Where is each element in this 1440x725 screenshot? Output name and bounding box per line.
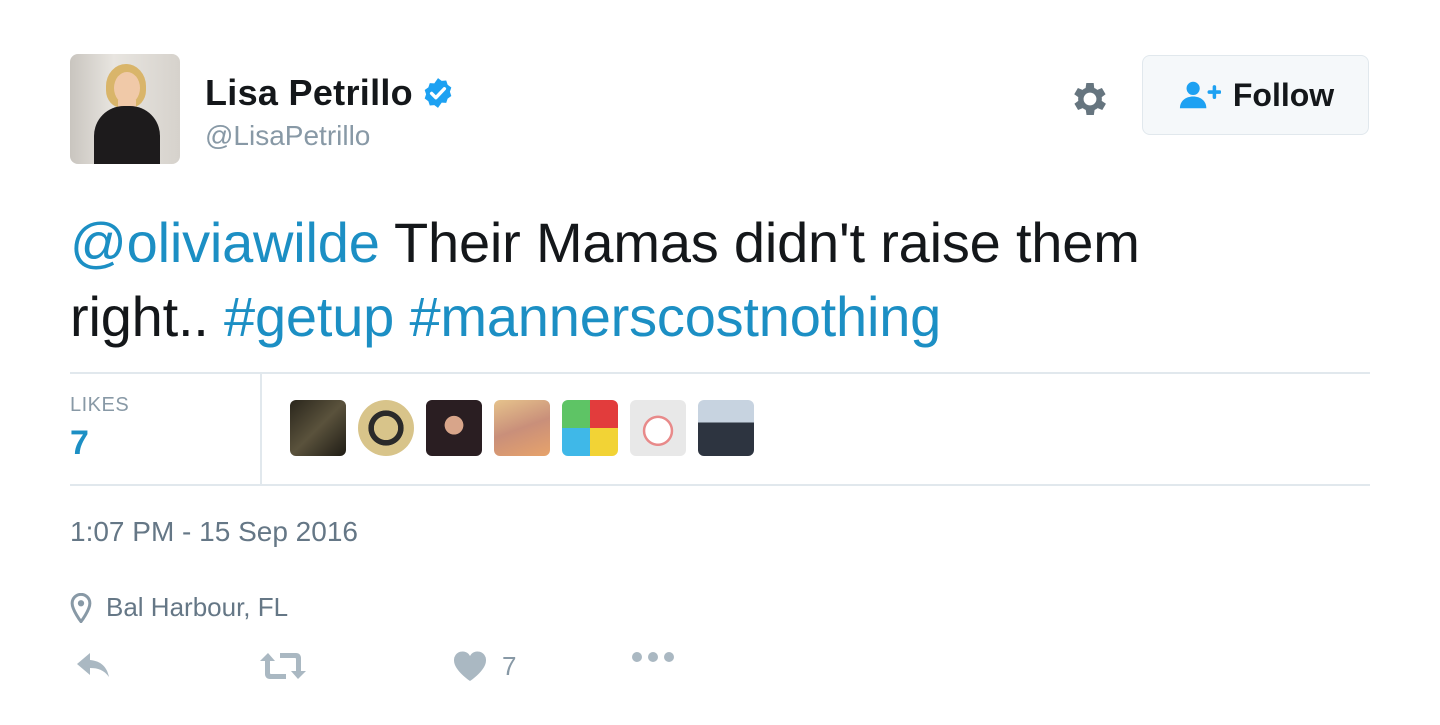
avatar-body [94, 106, 160, 164]
tweet-text-line2: right.. [70, 285, 225, 348]
tweet-text-line1: Their Mamas didn't raise them [379, 211, 1140, 274]
tweet-stats: LIKES 7 [70, 372, 1370, 486]
likes-label: LIKES [70, 394, 130, 416]
tweet-card: Lisa Petrillo @LisaPetrillo Follow @oliv… [70, 54, 1370, 725]
heart-icon [453, 651, 487, 681]
liker-avatars [290, 400, 766, 456]
liker-avatar[interactable] [494, 400, 550, 456]
verified-badge-icon [424, 78, 452, 108]
likes-count: 7 [70, 424, 89, 462]
tweet-text: @oliviawilde Their Mamas didn't raise th… [70, 206, 1330, 354]
gear-icon[interactable] [1068, 77, 1112, 121]
mention-link[interactable]: @oliviawilde [70, 211, 380, 274]
follow-button[interactable]: Follow [1142, 55, 1369, 135]
like-button[interactable]: 7 [452, 650, 516, 682]
more-button[interactable] [630, 650, 676, 664]
location-pin-icon [70, 592, 92, 623]
tweet-location[interactable]: Bal Harbour, FL [70, 592, 288, 623]
tweet-timestamp[interactable]: 1:07 PM - 15 Sep 2016 [70, 516, 358, 548]
likes-stat[interactable]: LIKES 7 [70, 374, 262, 484]
liker-avatar[interactable] [698, 400, 754, 456]
liker-avatar[interactable] [426, 400, 482, 456]
liker-avatar[interactable] [630, 400, 686, 456]
reply-icon [77, 653, 109, 677]
more-dots-icon [632, 652, 674, 662]
author-handle[interactable]: @LisaPetrillo [205, 120, 370, 152]
liker-avatar[interactable] [562, 400, 618, 456]
like-count: 7 [502, 650, 517, 681]
retweet-icon [260, 653, 306, 679]
liker-avatar[interactable] [358, 400, 414, 456]
author-name-row[interactable]: Lisa Petrillo [205, 72, 455, 114]
avatar[interactable] [70, 54, 180, 164]
reply-button[interactable] [74, 650, 112, 680]
avatar-face [114, 72, 140, 104]
hashtag-link[interactable]: #getup [224, 285, 394, 348]
liker-avatar[interactable] [290, 400, 346, 456]
hashtag-link[interactable]: #mannerscostnothing [409, 285, 941, 348]
follow-label: Follow [1232, 76, 1335, 113]
display-name[interactable]: Lisa Petrillo [205, 72, 413, 114]
retweet-button[interactable] [258, 650, 308, 682]
add-user-icon [1179, 81, 1221, 109]
location-label: Bal Harbour, FL [106, 592, 289, 622]
